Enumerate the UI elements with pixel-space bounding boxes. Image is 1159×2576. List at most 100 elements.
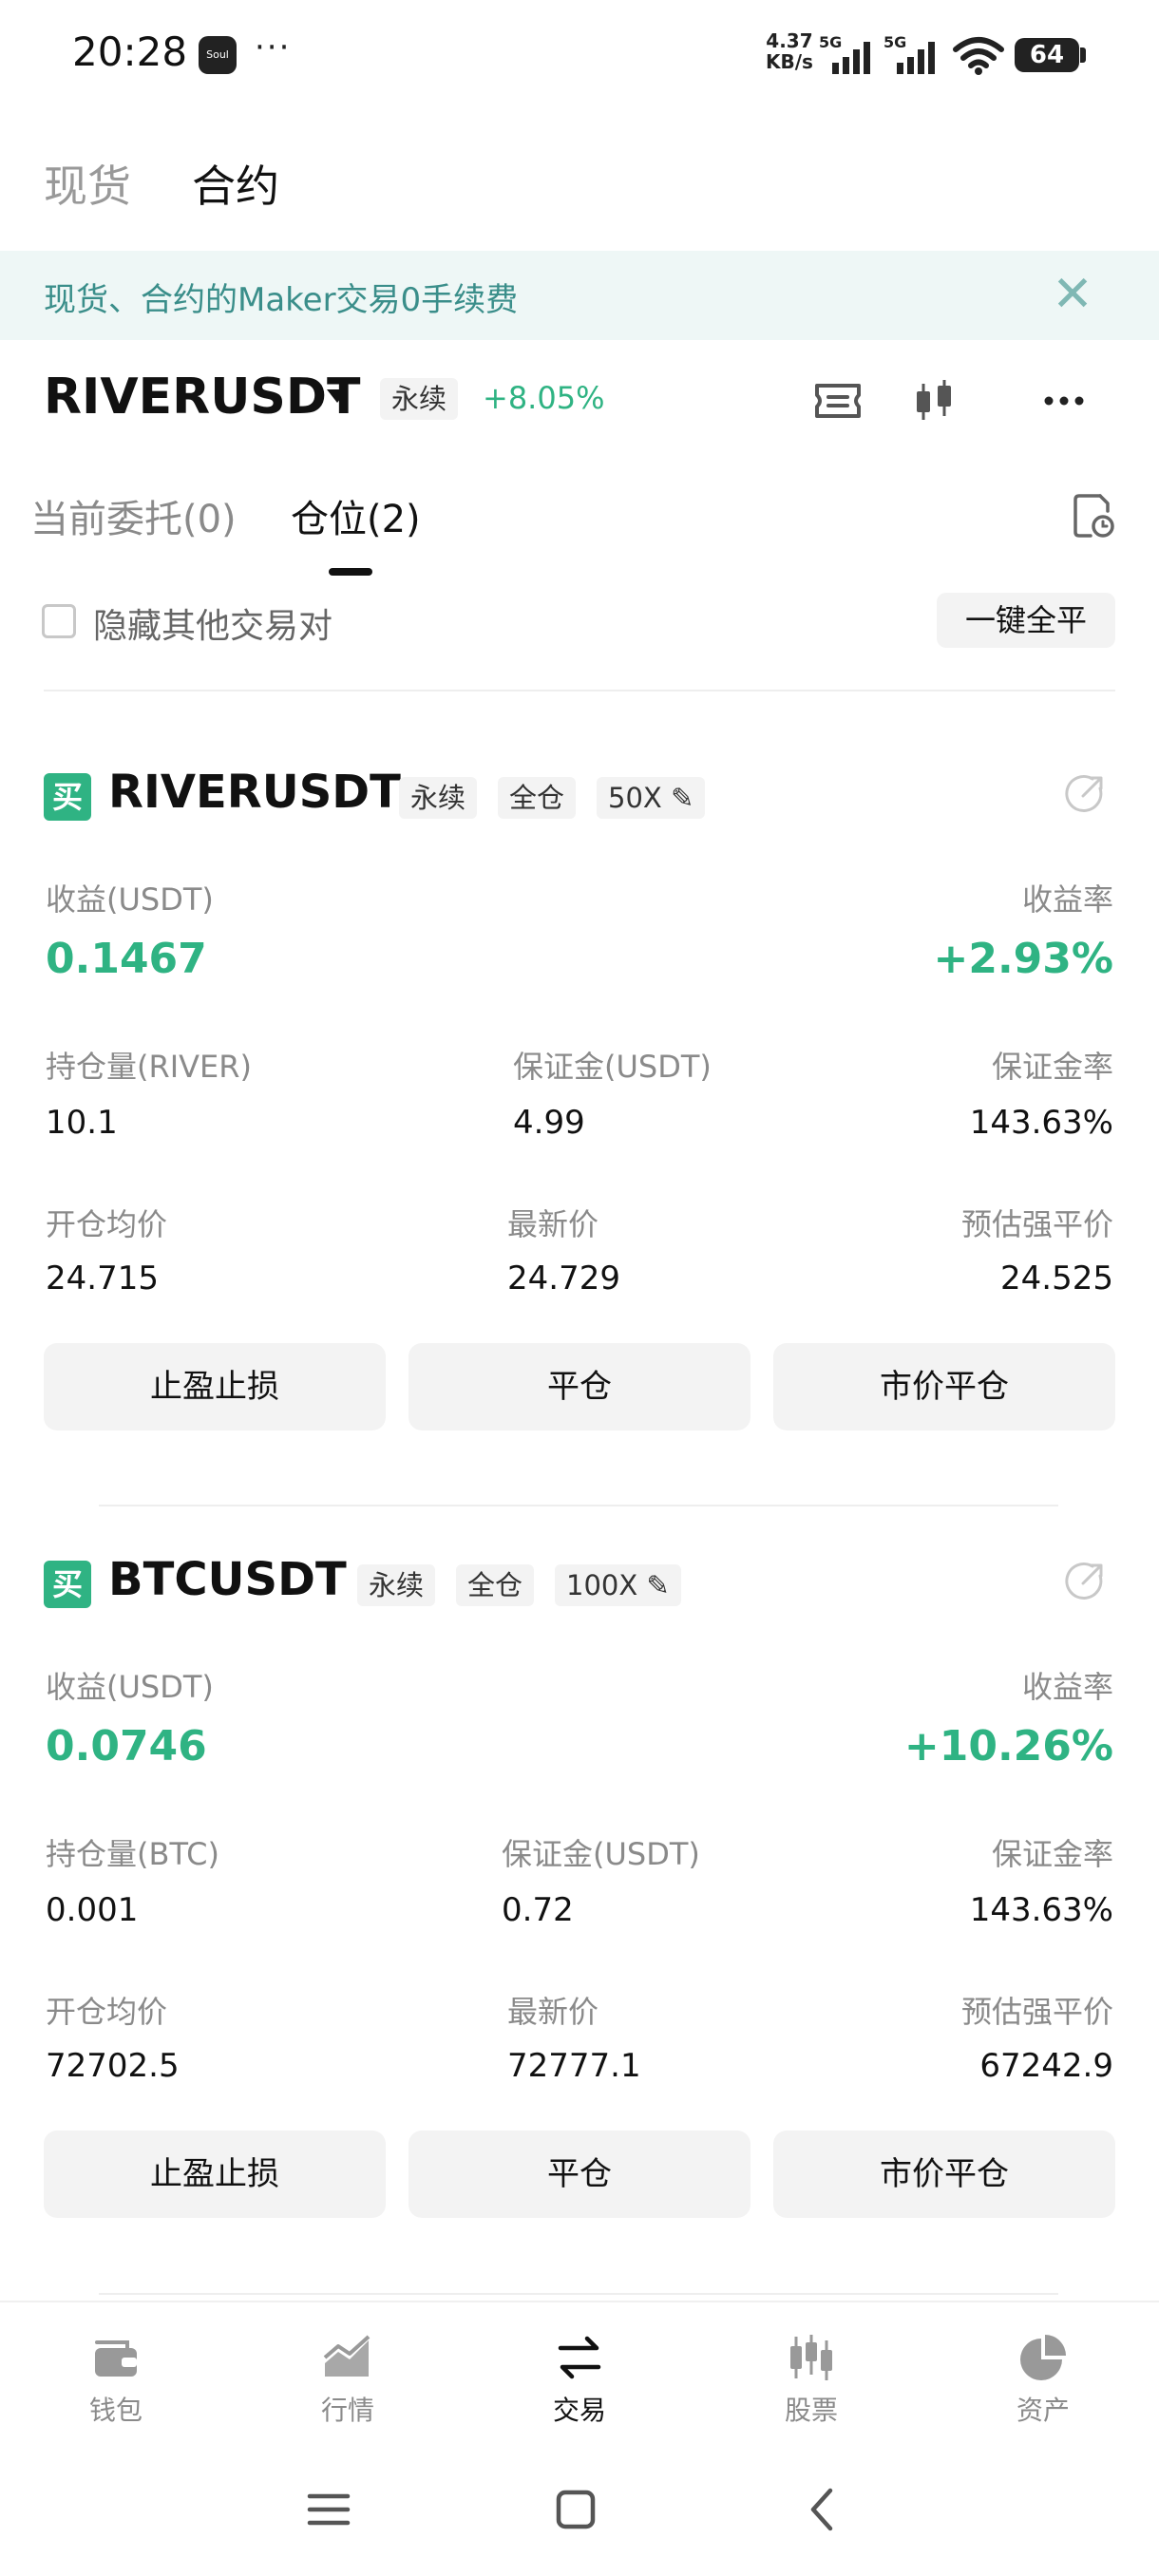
symbol-selector[interactable]: RIVERUSDT <box>44 369 361 426</box>
swap-arrows-icon <box>558 2336 601 2379</box>
network-type-2: 5G <box>884 34 906 51</box>
cross-margin-tag: 全仓 <box>456 1564 535 1606</box>
leverage-tag[interactable]: 100X ✎ <box>555 1564 681 1606</box>
position-card: 买 BTCUSDT › 永续 全仓 100X ✎ 收益(USDT) 收益率 0.… <box>0 1553 1159 2282</box>
caret-down-icon[interactable] <box>327 389 348 403</box>
margin-ratio-value: 143.63% <box>969 1104 1113 1142</box>
close-icon[interactable]: ✕ <box>1051 266 1094 323</box>
more-icon[interactable] <box>1037 376 1091 426</box>
entry-price-value: 72702.5 <box>46 2047 180 2085</box>
nav-market[interactable]: 行情 <box>281 2331 414 2428</box>
margin-label: 保证金(USDT) <box>502 1836 700 1872</box>
network-speed: 4.37 KB/s <box>766 30 813 72</box>
hide-other-pairs-label[interactable]: 隐藏其他交易对 <box>93 598 332 648</box>
nav-label: 行情 <box>320 2395 374 2426</box>
size-label: 持仓量(RIVER) <box>46 1049 252 1085</box>
last-price-value: 24.729 <box>507 1260 620 1297</box>
margin-value: 4.99 <box>513 1104 585 1142</box>
status-bar: 20:28 Soul ··· 4.37 KB/s 5G 5G 64 <box>0 0 1159 109</box>
leverage-value: 50X <box>608 782 662 814</box>
entry-price-label: 开仓均价 <box>46 1206 168 1242</box>
last-price-label: 最新价 <box>507 1206 599 1242</box>
tab-active-indicator <box>329 568 372 576</box>
nav-assets[interactable]: 资产 <box>977 2331 1110 2428</box>
position-symbol: BTCUSDT <box>108 1553 347 1606</box>
roi-label: 收益率 <box>1021 1669 1113 1705</box>
network-speed-value: 4.37 <box>766 29 813 52</box>
market-chart-icon <box>323 2335 370 2377</box>
margin-ratio-label: 保证金率 <box>991 1049 1113 1085</box>
position-symbol-link[interactable]: RIVERUSDT › <box>108 766 435 819</box>
soul-app-icon: Soul <box>199 36 237 74</box>
menu-icon[interactable] <box>300 2481 357 2538</box>
ticket-icon[interactable] <box>811 376 864 426</box>
nav-stocks[interactable]: 股票 <box>745 2331 878 2428</box>
pnl-label: 收益(USDT) <box>46 881 214 918</box>
signal-5g-icon-1: 5G <box>819 34 870 74</box>
position-symbol: RIVERUSDT <box>108 766 401 819</box>
size-label: 持仓量(BTC) <box>46 1836 219 1872</box>
tab-futures[interactable]: 合约 <box>192 152 279 215</box>
liq-price-label: 预估强平价 <box>960 1994 1113 2030</box>
promo-banner-text: 现货、合约的Maker交易0手续费 <box>44 281 519 319</box>
nav-trade[interactable]: 交易 <box>513 2331 646 2428</box>
leverage-tag[interactable]: 50X ✎ <box>597 777 706 819</box>
stock-candles-icon <box>790 2335 832 2380</box>
order-history-icon[interactable] <box>1072 492 1115 540</box>
entry-price-value: 24.715 <box>46 1260 159 1297</box>
hide-other-pairs-checkbox[interactable] <box>42 604 76 638</box>
margin-label: 保证金(USDT) <box>513 1049 712 1085</box>
tab-positions[interactable]: 仓位(2) <box>291 488 421 543</box>
position-symbol-link[interactable]: BTCUSDT › <box>108 1553 381 1606</box>
cross-margin-tag: 全仓 <box>498 777 577 819</box>
bottom-nav: 钱包 行情 交易 股票 资产 <box>0 2301 1159 2443</box>
share-icon[interactable] <box>1062 1557 1110 1604</box>
status-time: 20:28 <box>72 28 188 75</box>
close-all-button[interactable]: 一键全平 <box>937 593 1115 648</box>
tp-sl-button[interactable]: 止盈止损 <box>44 2131 386 2218</box>
pnl-value: 0.1467 <box>46 935 207 983</box>
close-position-button[interactable]: 平仓 <box>408 2131 750 2218</box>
nav-label: 交易 <box>552 2395 606 2426</box>
close-position-button[interactable]: 平仓 <box>408 1343 750 1430</box>
network-type-1: 5G <box>819 34 842 51</box>
system-nav-bar <box>0 2451 1159 2576</box>
price-change: +8.05% <box>483 380 605 416</box>
roi-value: +10.26% <box>903 1722 1113 1771</box>
nav-wallet[interactable]: 钱包 <box>49 2331 182 2428</box>
last-price-value: 72777.1 <box>507 2047 641 2085</box>
perpetual-tag: 永续 <box>357 1564 436 1606</box>
margin-value: 0.72 <box>502 1891 574 1929</box>
signal-5g-icon-2: 5G <box>884 34 935 74</box>
nav-label: 股票 <box>784 2395 838 2426</box>
battery-icon: 64 <box>1015 38 1079 72</box>
perpetual-tag: 永续 <box>399 777 478 819</box>
battery-tip <box>1080 47 1086 63</box>
share-icon[interactable] <box>1062 769 1110 817</box>
market-close-button[interactable]: 市价平仓 <box>773 1343 1115 1430</box>
promo-banner[interactable]: 现货、合约的Maker交易0手续费 ✕ <box>0 251 1159 340</box>
more-notifications-icon: ··· <box>255 28 292 66</box>
candlestick-icon[interactable] <box>908 376 961 426</box>
back-icon[interactable] <box>794 2481 851 2538</box>
network-speed-unit: KB/s <box>766 50 813 73</box>
roi-label: 收益率 <box>1021 881 1113 918</box>
home-icon[interactable] <box>547 2481 604 2538</box>
roi-value: +2.93% <box>933 935 1113 983</box>
margin-ratio-value: 143.63% <box>969 1891 1113 1929</box>
divider <box>99 2293 1058 2295</box>
tab-spot[interactable]: 现货 <box>44 152 131 215</box>
pie-chart-icon <box>1020 2335 1066 2380</box>
nav-label: 钱包 <box>88 2395 142 2426</box>
pnl-value: 0.0746 <box>46 1722 207 1771</box>
liq-price-value: 67242.9 <box>979 2047 1113 2085</box>
divider <box>99 1505 1058 1506</box>
wallet-icon <box>95 2340 137 2377</box>
wifi-icon <box>953 37 1004 75</box>
last-price-label: 最新价 <box>507 1994 599 2030</box>
tab-current-orders[interactable]: 当前委托(0) <box>30 488 237 543</box>
market-close-button[interactable]: 市价平仓 <box>773 2131 1115 2218</box>
buy-side-badge: 买 <box>44 773 91 821</box>
tp-sl-button[interactable]: 止盈止损 <box>44 1343 386 1430</box>
liq-price-label: 预估强平价 <box>960 1206 1113 1242</box>
